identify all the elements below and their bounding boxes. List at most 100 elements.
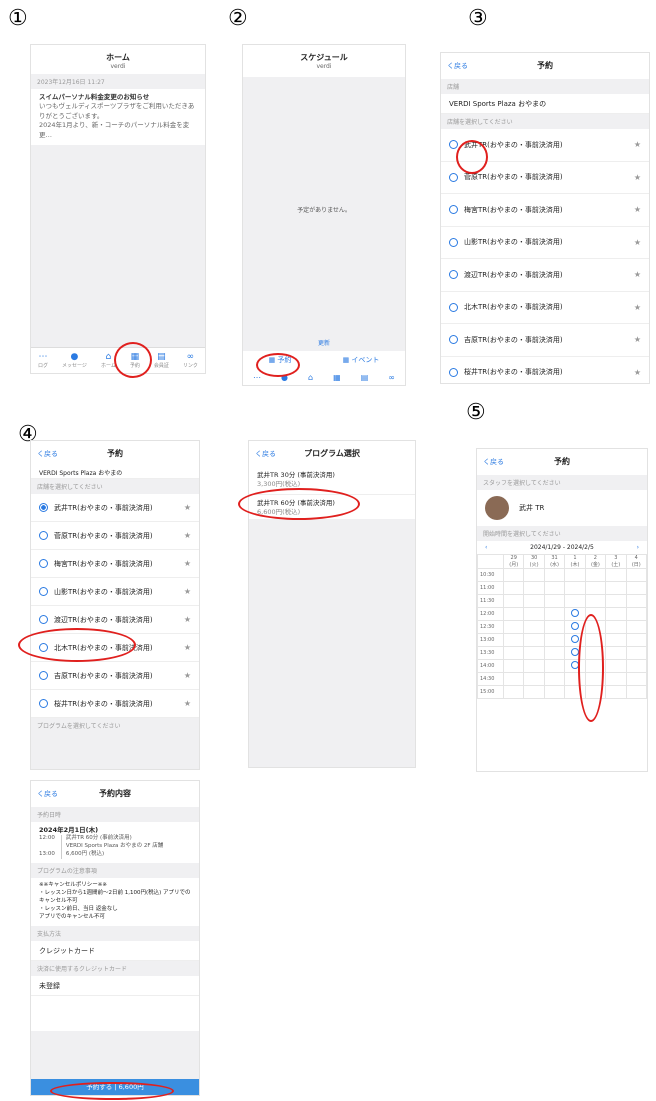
radio-icon[interactable] bbox=[449, 140, 458, 150]
trainer-item[interactable]: 武井TR(おやまの・事前決済用) ★ bbox=[31, 494, 199, 522]
back-button[interactable]: く戻る bbox=[37, 781, 58, 807]
star-icon[interactable]: ★ bbox=[634, 368, 641, 377]
star-icon[interactable]: ★ bbox=[184, 615, 191, 624]
page-title: 予約 bbox=[537, 61, 553, 70]
available-icon[interactable] bbox=[570, 622, 579, 630]
trainer-item[interactable]: 吉原TR(おやまの・事前決済用) ★ bbox=[31, 662, 199, 690]
store-value[interactable]: VERDI Sports Plaza おやまの bbox=[31, 467, 199, 479]
trainer-item[interactable]: 桜井TR(おやまの・事前決済用) ★ bbox=[31, 690, 199, 718]
time-slot bbox=[543, 581, 566, 595]
back-button[interactable]: く戻る bbox=[37, 441, 58, 467]
back-button[interactable]: く戻る bbox=[483, 449, 504, 475]
trainer-item[interactable]: 梅宮TR(おやまの・事前決済用) ★ bbox=[441, 194, 649, 227]
time-slot bbox=[605, 594, 627, 608]
news-item[interactable]: スイムパーソナル料金変更のお知らせ いつもヴェルディスポーツプラザをご利用いただ… bbox=[31, 89, 205, 144]
step-label-1: ① bbox=[8, 6, 28, 31]
time-slot bbox=[523, 646, 545, 660]
available-icon[interactable] bbox=[570, 635, 579, 643]
trainer-item[interactable]: 桜井TR(おやまの・事前決済用) ★ bbox=[441, 357, 649, 384]
time-slot bbox=[625, 685, 647, 699]
home-icon[interactable]: ⌂ bbox=[308, 373, 313, 382]
trainer-name: 桜井TR(おやまの・事前決済用) bbox=[54, 699, 153, 708]
star-icon[interactable]: ★ bbox=[634, 173, 641, 182]
confirm-screen: く戻る 予約内容 予約日時 2024年2月1日(木) 12:00 13:00 武井T… bbox=[30, 780, 200, 1096]
time-slot bbox=[625, 607, 647, 621]
star-icon[interactable]: ★ bbox=[184, 531, 191, 540]
more-icon[interactable]: ⋯ bbox=[253, 373, 261, 382]
link-icon[interactable]: ∞ bbox=[388, 373, 395, 382]
store-value[interactable]: VERDI Sports Plaza おやまの bbox=[441, 94, 649, 114]
store-label: 店舗 bbox=[441, 79, 649, 94]
staff-row[interactable]: 武井 TR bbox=[477, 490, 647, 526]
back-button[interactable]: く戻る bbox=[447, 53, 468, 79]
star-icon[interactable]: ★ bbox=[184, 643, 191, 652]
trainer-name: 吉原TR(おやまの・事前決済用) bbox=[464, 335, 563, 344]
time-slot bbox=[605, 568, 627, 582]
radio-icon[interactable] bbox=[39, 615, 48, 624]
radio-icon[interactable] bbox=[39, 699, 48, 708]
card-icon: ▤ bbox=[157, 352, 166, 362]
star-icon[interactable]: ★ bbox=[634, 303, 641, 312]
refresh-link[interactable]: 更新 bbox=[243, 338, 405, 347]
reserve-screen: く戻る 予約 店舗 VERDI Sports Plaza おやまの 店舗を選択して… bbox=[440, 52, 650, 384]
home-screen: ホーム verdi 2023年12月16日 11:27 スイムパーソナル料金変更… bbox=[30, 44, 206, 374]
available-icon[interactable] bbox=[570, 609, 579, 617]
radio-icon[interactable] bbox=[449, 367, 458, 377]
star-icon[interactable]: ★ bbox=[184, 699, 191, 708]
radio-icon[interactable] bbox=[39, 587, 48, 596]
star-icon[interactable]: ★ bbox=[184, 671, 191, 680]
radio-icon[interactable] bbox=[449, 270, 458, 280]
trainer-item[interactable]: 山影TR(おやまの・事前決済用) ★ bbox=[441, 227, 649, 259]
news-body: いつもヴェルディスポーツプラザをご利用いただきありがとうございます。 bbox=[39, 102, 195, 120]
time-slot bbox=[625, 594, 647, 608]
radio-icon[interactable] bbox=[449, 335, 458, 345]
radio-icon[interactable] bbox=[449, 205, 458, 215]
link-icon: ∞ bbox=[186, 352, 195, 362]
star-icon[interactable]: ★ bbox=[184, 587, 191, 596]
radio-icon[interactable] bbox=[449, 237, 458, 247]
trainer-item[interactable]: 梅宮TR(おやまの・事前決済用) ★ bbox=[31, 550, 199, 578]
trainer-name: 菅原TR(おやまの・事前決済用) bbox=[464, 173, 563, 182]
radio-icon[interactable] bbox=[39, 559, 48, 568]
card-value[interactable]: 未登録 bbox=[31, 976, 199, 997]
highlight-ring bbox=[114, 342, 152, 378]
time-select-screen: く戻る 予約 スタッフを選択してください 武井 TR 開始時間を選択してください … bbox=[476, 448, 648, 772]
trainer-item[interactable]: 北木TR(おやまの・事前決済用) ★ bbox=[441, 292, 649, 324]
star-icon[interactable]: ★ bbox=[634, 205, 641, 214]
highlight-ring bbox=[50, 1082, 174, 1100]
time-slot bbox=[584, 594, 607, 608]
tab-log[interactable]: ⋯ ログ bbox=[38, 352, 48, 369]
time-slot bbox=[502, 568, 525, 582]
time-slot bbox=[523, 620, 545, 634]
prev-week-icon[interactable]: ‹ bbox=[485, 544, 487, 551]
radio-icon[interactable] bbox=[449, 302, 458, 312]
time-slot bbox=[605, 620, 627, 634]
star-icon[interactable]: ★ bbox=[634, 335, 641, 344]
star-icon[interactable]: ★ bbox=[184, 503, 191, 512]
trainer-item[interactable]: 吉原TR(おやまの・事前決済用) ★ bbox=[441, 324, 649, 357]
tab-link[interactable]: ∞ リンク bbox=[183, 352, 198, 369]
card-icon[interactable]: ▤ bbox=[361, 373, 369, 382]
tab-message[interactable]: ● メッセージ bbox=[62, 352, 87, 369]
pay-method[interactable]: クレジットカード bbox=[31, 941, 199, 962]
trainer-item[interactable]: 山影TR(おやまの・事前決済用) ★ bbox=[31, 578, 199, 606]
event-button[interactable]: ▦ イベント bbox=[343, 355, 380, 365]
next-week-icon[interactable]: › bbox=[637, 544, 639, 551]
radio-icon[interactable] bbox=[39, 503, 48, 512]
trainer-item[interactable]: 渡辺TR(おやまの・事前決済用) ★ bbox=[441, 259, 649, 292]
calendar-icon[interactable]: ▦ bbox=[333, 373, 341, 382]
header: く戻る 予約 bbox=[441, 53, 649, 79]
star-icon[interactable]: ★ bbox=[634, 270, 641, 279]
highlight-ring bbox=[456, 140, 488, 174]
tab-card[interactable]: ▤ 会員証 bbox=[154, 352, 169, 369]
back-button[interactable]: く戻る bbox=[255, 441, 276, 467]
radio-icon[interactable] bbox=[39, 531, 48, 540]
time-slot[interactable] bbox=[564, 607, 586, 621]
star-icon[interactable]: ★ bbox=[634, 238, 641, 247]
star-icon[interactable]: ★ bbox=[634, 140, 641, 149]
star-icon[interactable]: ★ bbox=[184, 559, 191, 568]
trainer-item[interactable]: 菅原TR(おやまの・事前決済用) ★ bbox=[31, 522, 199, 550]
radio-icon[interactable] bbox=[449, 172, 458, 182]
time-slot bbox=[523, 685, 545, 699]
radio-icon[interactable] bbox=[39, 671, 48, 680]
